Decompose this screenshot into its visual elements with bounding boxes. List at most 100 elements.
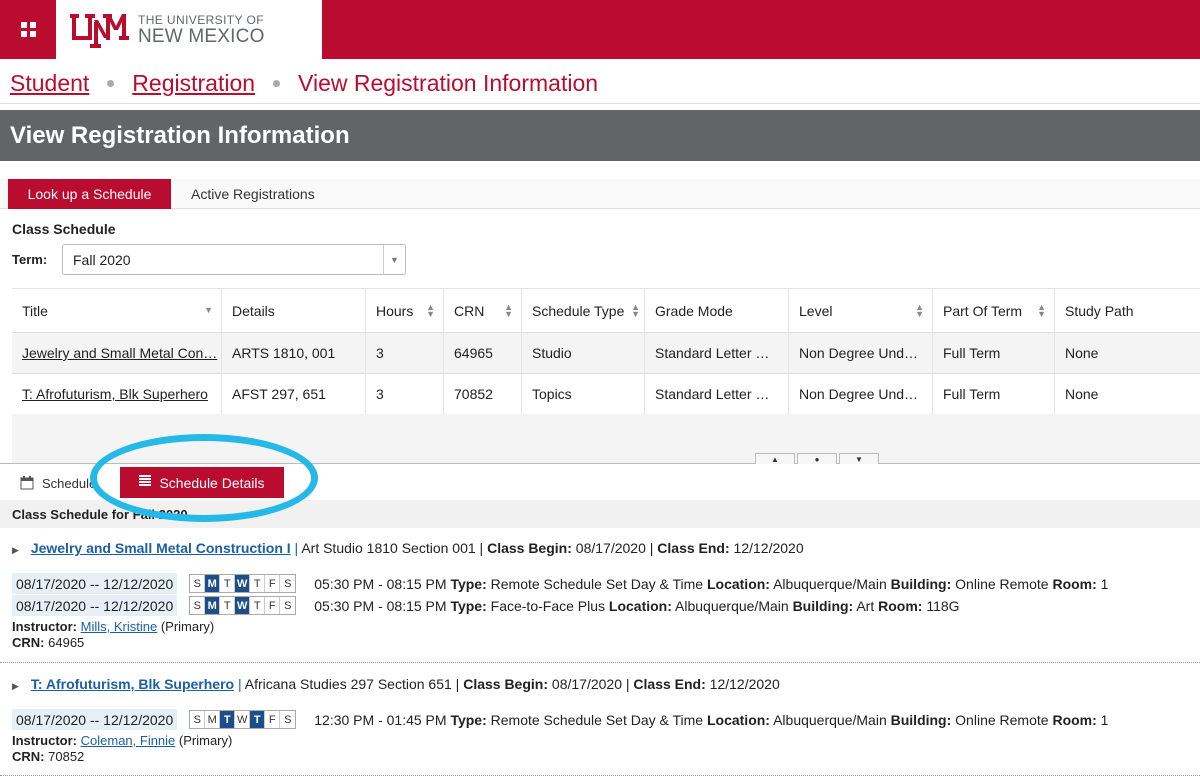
course-title-link[interactable]: T: Afrofuturism, Blk Superhero (22, 386, 208, 402)
unm-logo-icon (70, 13, 129, 48)
expand-triangle-icon[interactable]: ▶ (12, 681, 19, 691)
course-title-link[interactable]: Jewelry and Small Metal Construction I (31, 540, 291, 556)
crn: CRN: 64965 (12, 635, 85, 650)
course-title-link[interactable]: T: Afrofuturism, Blk Superhero (31, 676, 234, 692)
term-value: Fall 2020 (73, 251, 131, 268)
grid-header: Title ▼ Details Hours ▲ ▼ CRN ▲ ▼ Schedule Ty… (12, 288, 1200, 333)
meeting-time: 08/17/2020 -- 12/12/2020 SMTWTFS 05:30 P… (12, 595, 960, 616)
class-begin-date: 08/17/2020 (551, 676, 622, 692)
divider (0, 662, 1200, 663)
meeting-info: 12:30 PM - 01:45 PM Type: Remote Schedul… (314, 711, 1109, 728)
course-heading: ▶ Jewelry and Small Metal Construction I… (12, 540, 804, 556)
cell-study-path: None (1065, 386, 1099, 402)
course-title-link[interactable]: Jewelry and Small Metal Con… (22, 345, 217, 361)
column-schedule-type[interactable]: Schedule Type ▲ ▼ (522, 289, 645, 332)
meeting-dates: 08/17/2020 -- 12/12/2020 (12, 709, 178, 730)
university-line-2: NEW MEXICO (138, 25, 265, 47)
instructor-link[interactable]: Coleman, Finnie (81, 733, 176, 748)
divider (0, 775, 1200, 776)
meeting-time: 08/17/2020 -- 12/12/2020 SMTWTFS 12:30 P… (12, 709, 1108, 730)
cell-study-path: None (1065, 345, 1099, 361)
top-bar: THE UNIVERSITY OF NEW MEXICO (0, 0, 1200, 59)
page-title: View Registration Information (0, 110, 1200, 161)
sort-icon[interactable]: ▲ ▼ (1037, 302, 1046, 318)
meeting-days: SMTWTFS (189, 710, 297, 729)
meeting-info: 05:30 PM - 08:15 PM Type: Face-to-Face P… (314, 597, 960, 614)
sort-icon[interactable]: ▲ ▼ (504, 302, 513, 318)
meeting-dates: 08/17/2020 -- 12/12/2020 (12, 595, 178, 616)
app-menu-button[interactable] (0, 0, 56, 59)
meeting-days: SMTWTFS (189, 596, 297, 615)
breadcrumb-registration[interactable]: Registration (132, 70, 255, 97)
column-details[interactable]: Details (222, 289, 366, 332)
table-row[interactable]: Jewelry and Small Metal Con… ARTS 1810, … (12, 333, 1200, 374)
calendar-icon (20, 476, 34, 490)
sort-icon[interactable]: ▲ ▼ (915, 302, 924, 318)
cell-schedule-type: Topics (522, 374, 645, 414)
breadcrumb-separator (273, 79, 281, 87)
tab-schedule-details-label: Schedule Details (159, 474, 265, 491)
course-section: Art Studio 1810 Section 001 (301, 540, 476, 556)
term-select[interactable]: Fall 2020 ▼ (62, 244, 406, 275)
sort-down-icon[interactable]: ▼ (204, 306, 213, 315)
top-tabs: Look up a Schedule Active Registrations (0, 179, 1200, 209)
meeting-info: 05:30 PM - 08:15 PM Type: Remote Schedul… (314, 575, 1109, 592)
breadcrumb-student[interactable]: Student (10, 70, 89, 97)
cell-crn: 70852 (444, 374, 522, 414)
restore-split-icon[interactable]: ● (797, 453, 837, 464)
breadcrumb-separator (107, 79, 115, 87)
bottom-tabs: Schedule Schedule Details (0, 464, 1200, 498)
instructor-link[interactable]: Mills, Kristine (81, 619, 158, 634)
sort-icon[interactable]: ▲ ▼ (426, 302, 435, 318)
tab-active-registrations[interactable]: Active Registrations (191, 179, 315, 209)
term-label: Term: (12, 252, 48, 267)
sort-icon[interactable]: ▲ ▼ (631, 302, 640, 318)
course-heading: ▶ T: Afrofuturism, Blk Superhero | Afric… (12, 676, 780, 692)
list-icon (139, 475, 152, 486)
meeting-dates: 08/17/2020 -- 12/12/2020 (12, 573, 178, 594)
column-level[interactable]: Level ▲ ▼ (789, 289, 933, 332)
cell-details: ARTS 1810, 001 (222, 333, 366, 373)
column-crn[interactable]: CRN ▲ ▼ (444, 289, 522, 332)
cell-details: AFST 297, 651 (222, 374, 366, 414)
class-end-date: 12/12/2020 (733, 540, 804, 556)
cell-grade-mode: Standard Letter … (645, 333, 789, 373)
divider (0, 103, 1200, 104)
university-logo[interactable]: THE UNIVERSITY OF NEW MEXICO (56, 0, 322, 59)
column-study-path[interactable]: Study Path (1055, 289, 1200, 332)
tab-schedule-details[interactable]: Schedule Details (120, 467, 284, 498)
cell-grade-mode: Standard Letter … (645, 374, 789, 414)
cell-hours: 3 (366, 333, 444, 373)
column-grade-mode[interactable]: Grade Mode (645, 289, 789, 332)
column-title[interactable]: Title ▼ (12, 289, 222, 332)
breadcrumb: Student Registration View Registration I… (10, 68, 598, 98)
cell-part-of-term: Full Term (933, 374, 1055, 414)
cell-hours: 3 (366, 374, 444, 414)
collapse-up-icon[interactable]: ▲ (755, 453, 795, 464)
column-part-of-term[interactable]: Part Of Term ▲ ▼ (933, 289, 1055, 332)
meeting-days: SMTWTFS (189, 574, 297, 593)
chevron-down-icon[interactable]: ▼ (383, 245, 405, 274)
tab-schedule[interactable]: Schedule (20, 468, 96, 498)
breadcrumb-current: View Registration Information (298, 69, 599, 96)
university-name: THE UNIVERSITY OF NEW MEXICO (138, 14, 265, 46)
tab-look-up-schedule[interactable]: Look up a Schedule (8, 179, 171, 209)
crn: CRN: 70852 (12, 749, 85, 764)
university-line-1: THE UNIVERSITY OF (138, 12, 264, 27)
expand-triangle-icon[interactable]: ▶ (12, 545, 19, 555)
collapse-down-icon[interactable]: ▼ (839, 453, 879, 464)
cell-level: Non Degree Und… (789, 374, 933, 414)
cell-schedule-type: Studio (522, 333, 645, 373)
tab-schedule-label: Schedule (42, 475, 97, 491)
column-hours[interactable]: Hours ▲ ▼ (366, 289, 444, 332)
class-end-date: 12/12/2020 (709, 676, 780, 692)
schedule-for-term-label: Class Schedule for Fall 2020 (0, 500, 1200, 528)
instructor: Instructor: Coleman, Finnie (Primary) (12, 733, 233, 748)
course-section: Africana Studies 297 Section 651 (244, 676, 452, 692)
table-row[interactable]: T: Afrofuturism, Blk Superhero AFST 297,… (12, 374, 1200, 415)
instructor: Instructor: Mills, Kristine (Primary) (12, 619, 215, 634)
class-begin-date: 08/17/2020 (575, 540, 646, 556)
panel-splitter: ▲ ● ▼ (0, 453, 1200, 464)
meeting-time: 08/17/2020 -- 12/12/2020 SMTWTFS 05:30 P… (12, 573, 1108, 594)
cell-level: Non Degree Und… (789, 333, 933, 373)
